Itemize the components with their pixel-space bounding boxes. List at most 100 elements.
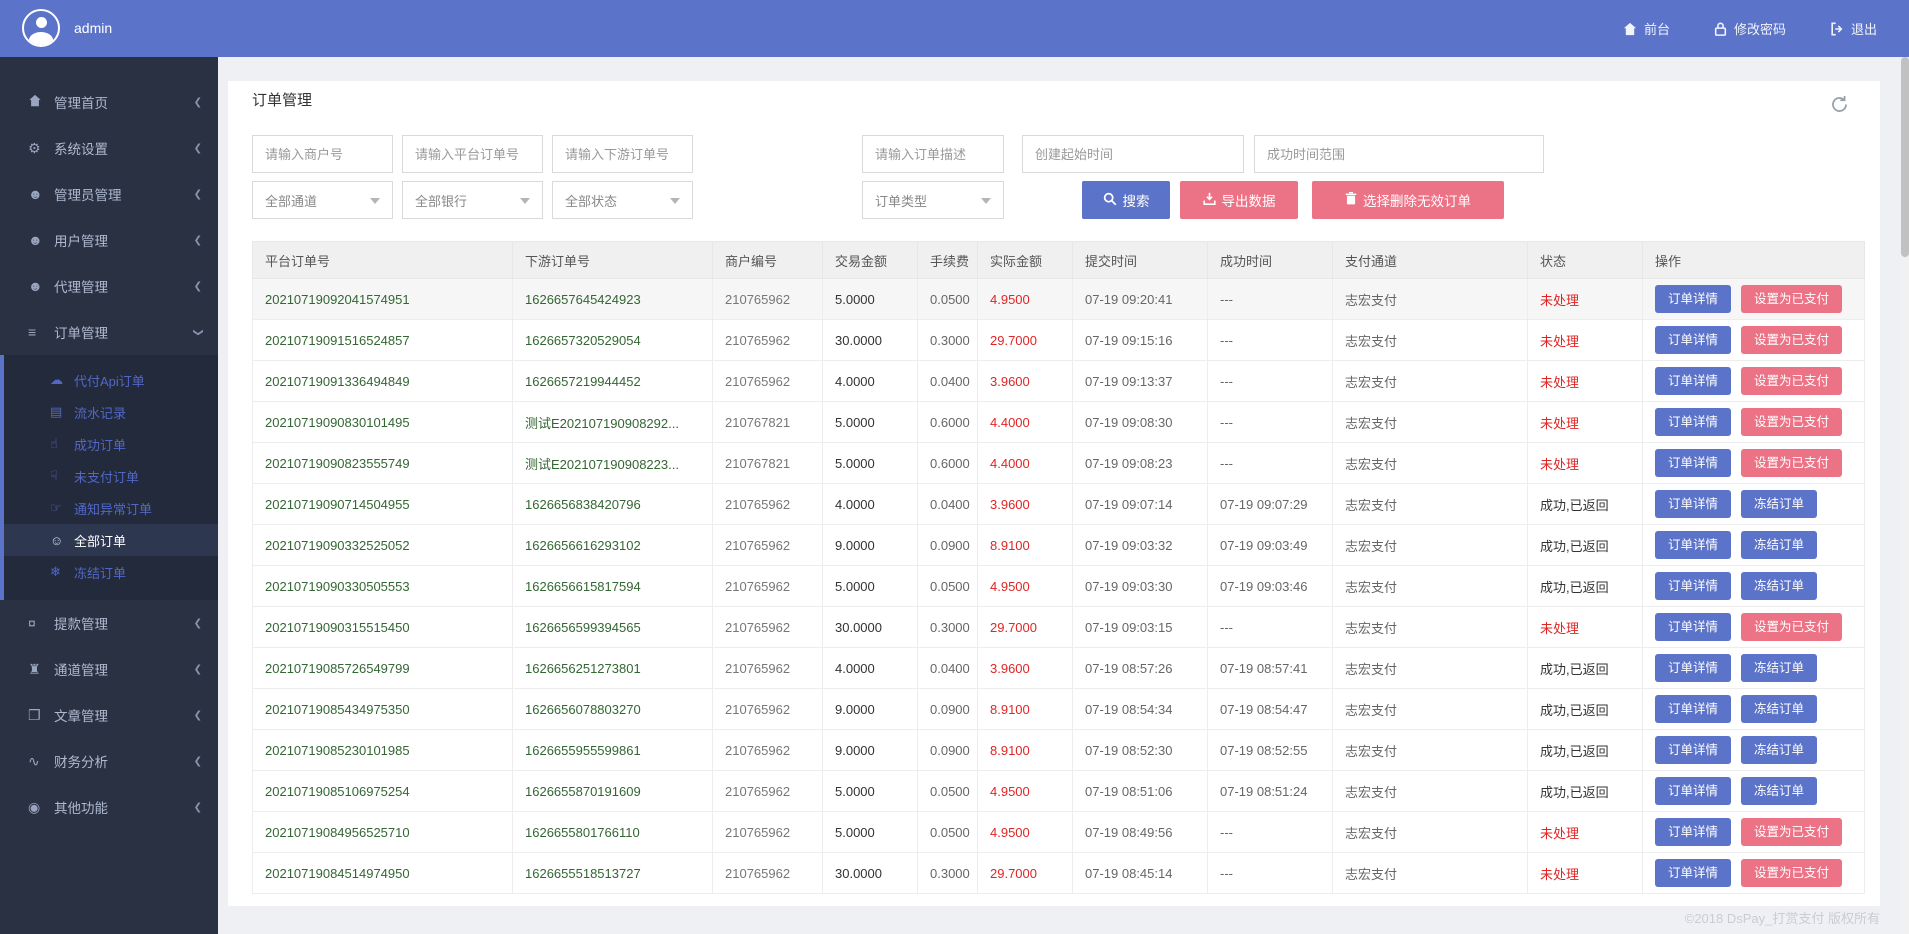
refresh-button[interactable] xyxy=(1828,95,1850,117)
cell-downstream-order-no: 1626655870191609 xyxy=(513,771,713,812)
search-button[interactable]: 搜索 xyxy=(1082,181,1170,219)
order-submenu-item-6[interactable]: ❄冻结订单 xyxy=(4,556,218,588)
cell-platform-order-no: 20210719085106975254 xyxy=(253,771,513,812)
freeze-order-button[interactable]: 冻结订单 xyxy=(1741,695,1817,723)
change-password-link[interactable]: 修改密码 xyxy=(1714,19,1786,38)
order-detail-button[interactable]: 订单详情 xyxy=(1655,736,1731,764)
cell-submit-time: 07-19 09:03:32 xyxy=(1073,525,1208,566)
downstream-order-no-input[interactable] xyxy=(552,135,693,173)
sidebar-item-system-settings[interactable]: ⚙ 系统设置 ❮ xyxy=(0,125,218,171)
sidebar-item-withdraw-management[interactable]: ¤ 提款管理 ❮ xyxy=(0,600,218,646)
cell-actions: 订单详情设置为已支付 xyxy=(1643,361,1865,402)
set-paid-button[interactable]: 设置为已支付 xyxy=(1741,818,1842,846)
cell-actions: 订单详情冻结订单 xyxy=(1643,648,1865,689)
set-paid-button[interactable]: 设置为已支付 xyxy=(1741,408,1842,436)
cell-transaction-amount: 4.0000 xyxy=(823,648,918,689)
cell-payment-channel: 志宏支付 xyxy=(1333,484,1528,525)
finance-chart-icon: ∿ xyxy=(28,753,50,770)
create-time-input[interactable] xyxy=(1022,135,1244,173)
cell-status: 成功,已返回 xyxy=(1528,525,1643,566)
channel-select[interactable]: 全部通道 xyxy=(252,181,393,219)
column-header: 平台订单号 xyxy=(253,242,513,279)
order-detail-button[interactable]: 订单详情 xyxy=(1655,572,1731,600)
set-paid-button[interactable]: 设置为已支付 xyxy=(1741,367,1842,395)
set-paid-button[interactable]: 设置为已支付 xyxy=(1741,613,1842,641)
merchant-no-input[interactable] xyxy=(252,135,393,173)
order-detail-button[interactable]: 订单详情 xyxy=(1655,531,1731,559)
freeze-order-button[interactable]: 冻结订单 xyxy=(1741,490,1817,518)
cell-status: 未处理 xyxy=(1528,320,1643,361)
column-header: 提交时间 xyxy=(1073,242,1208,279)
records-icon: ▤ xyxy=(50,404,74,420)
sidebar-item-admin-management[interactable]: ☻ 管理员管理 ❮ xyxy=(0,171,218,217)
set-paid-button[interactable]: 设置为已支付 xyxy=(1741,285,1842,313)
order-submenu-item-2[interactable]: ☝成功订单 xyxy=(4,428,218,460)
cell-fee: 0.3000 xyxy=(918,320,978,361)
delete-invalid-orders-button[interactable]: 选择删除无效订单 xyxy=(1312,181,1504,219)
order-submenu-item-1[interactable]: ▤流水记录 xyxy=(4,396,218,428)
sidebar-item-label: 代理管理 xyxy=(54,276,194,296)
cell-platform-order-no: 20210719084956525710 xyxy=(253,812,513,853)
scrollbar-thumb[interactable] xyxy=(1901,57,1909,257)
order-type-select[interactable]: 订单类型 xyxy=(862,181,1004,219)
frontend-link[interactable]: 前台 xyxy=(1623,19,1670,38)
bank-select[interactable]: 全部银行 xyxy=(402,181,543,219)
logout-link[interactable]: 退出 xyxy=(1830,19,1877,38)
chevron-left-icon: ❮ xyxy=(194,618,202,629)
sidebar-item-other-functions[interactable]: ◉ 其他功能 ❮ xyxy=(0,784,218,830)
cell-success-time: 07-19 09:07:29 xyxy=(1208,484,1333,525)
status-select[interactable]: 全部状态 xyxy=(552,181,693,219)
cell-submit-time: 07-19 09:08:23 xyxy=(1073,443,1208,484)
order-detail-button[interactable]: 订单详情 xyxy=(1655,449,1731,477)
order-detail-button[interactable]: 订单详情 xyxy=(1655,695,1731,723)
table-row: 2021071909151652485716266573205290542107… xyxy=(253,320,1865,361)
sidebar-item-article-management[interactable]: ❒ 文章管理 ❮ xyxy=(0,692,218,738)
order-description-input[interactable] xyxy=(862,135,1004,173)
sidebar-item-dashboard[interactable]: 管理首页 ❮ xyxy=(0,79,218,125)
order-detail-button[interactable]: 订单详情 xyxy=(1655,777,1731,805)
avatar[interactable] xyxy=(22,9,60,47)
chevron-left-icon: ❮ xyxy=(194,189,202,200)
order-detail-button[interactable]: 订单详情 xyxy=(1655,285,1731,313)
order-submenu-item-5[interactable]: ☺全部订单 xyxy=(4,524,218,556)
order-submenu-item-4[interactable]: ☞通知异常订单 xyxy=(4,492,218,524)
sidebar-item-agent-management[interactable]: ☻ 代理管理 ❮ xyxy=(0,263,218,309)
freeze-order-button[interactable]: 冻结订单 xyxy=(1741,654,1817,682)
freeze-order-button[interactable]: 冻结订单 xyxy=(1741,572,1817,600)
order-detail-button[interactable]: 订单详情 xyxy=(1655,613,1731,641)
set-paid-button[interactable]: 设置为已支付 xyxy=(1741,859,1842,887)
cell-actual-amount: 8.9100 xyxy=(978,730,1073,771)
platform-order-no-input[interactable] xyxy=(402,135,543,173)
freeze-order-button[interactable]: 冻结订单 xyxy=(1741,777,1817,805)
cell-downstream-order-no: 1626655801766110 xyxy=(513,812,713,853)
cell-platform-order-no: 20210719090714504955 xyxy=(253,484,513,525)
cell-success-time: --- xyxy=(1208,853,1333,894)
caret-down-icon xyxy=(981,198,991,204)
freeze-order-button[interactable]: 冻结订单 xyxy=(1741,531,1817,559)
scrollbar-track[interactable] xyxy=(1901,57,1909,934)
export-data-button[interactable]: 导出数据 xyxy=(1180,181,1298,219)
success-time-input[interactable] xyxy=(1254,135,1544,173)
cell-merchant-no: 210765962 xyxy=(713,730,823,771)
freeze-order-button[interactable]: 冻结订单 xyxy=(1741,736,1817,764)
cell-status: 成功,已返回 xyxy=(1528,730,1643,771)
cell-status: 未处理 xyxy=(1528,812,1643,853)
sidebar-item-user-management[interactable]: ☻ 用户管理 ❮ xyxy=(0,217,218,263)
list-icon: ≡ xyxy=(28,324,50,340)
order-submenu-item-3[interactable]: ☟未支付订单 xyxy=(4,460,218,492)
sidebar-item-finance-analysis[interactable]: ∿ 财务分析 ❮ xyxy=(0,738,218,784)
set-paid-button[interactable]: 设置为已支付 xyxy=(1741,326,1842,354)
order-detail-button[interactable]: 订单详情 xyxy=(1655,654,1731,682)
order-submenu-item-0[interactable]: ☁代付Api订单 xyxy=(4,364,218,396)
sidebar-item-order-management[interactable]: ≡ 订单管理 ❯ xyxy=(0,309,218,355)
sidebar-item-channel-management[interactable]: ♜ 通道管理 ❮ xyxy=(0,646,218,692)
cell-actual-amount: 4.9500 xyxy=(978,771,1073,812)
set-paid-button[interactable]: 设置为已支付 xyxy=(1741,449,1842,477)
order-detail-button[interactable]: 订单详情 xyxy=(1655,408,1731,436)
order-detail-button[interactable]: 订单详情 xyxy=(1655,818,1731,846)
order-detail-button[interactable]: 订单详情 xyxy=(1655,326,1731,354)
order-detail-button[interactable]: 订单详情 xyxy=(1655,490,1731,518)
cell-status: 成功,已返回 xyxy=(1528,648,1643,689)
order-detail-button[interactable]: 订单详情 xyxy=(1655,367,1731,395)
order-detail-button[interactable]: 订单详情 xyxy=(1655,859,1731,887)
